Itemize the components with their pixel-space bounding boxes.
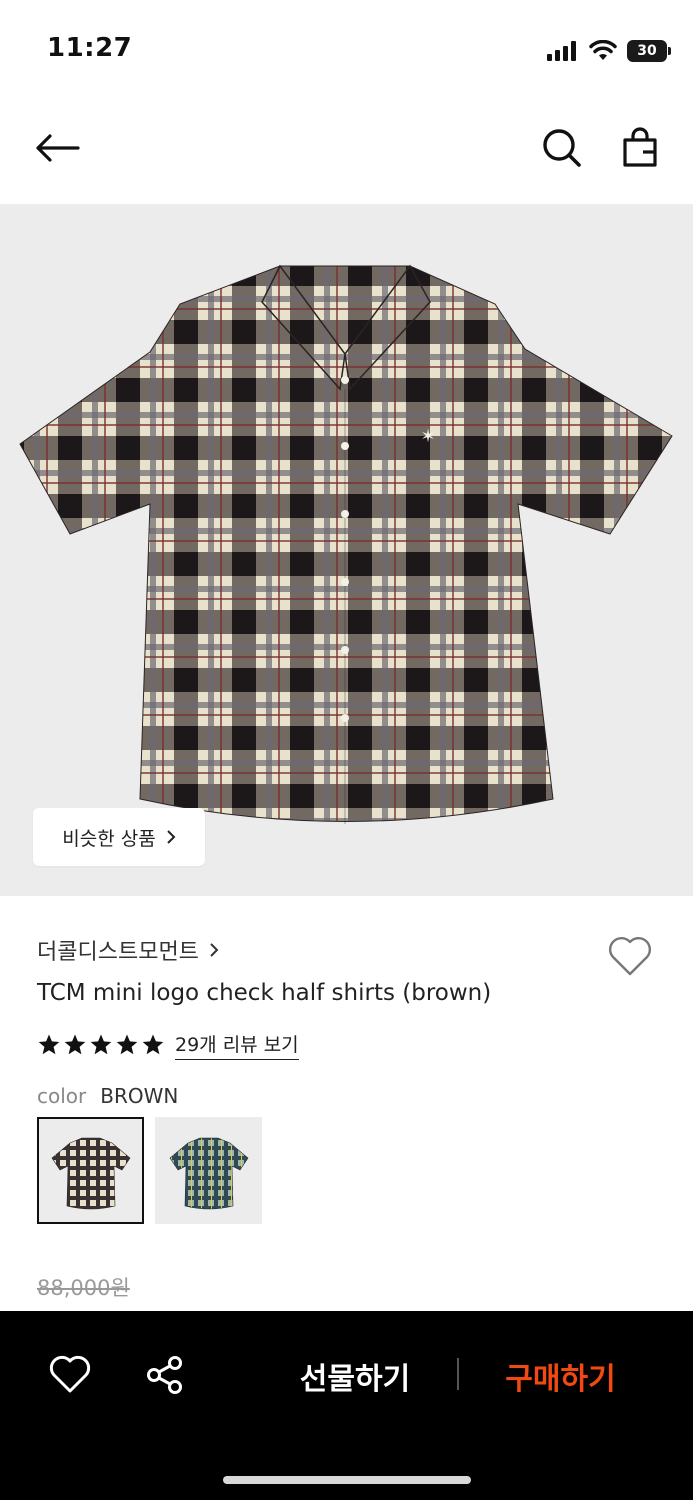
wishlist-button[interactable]	[606, 934, 654, 978]
status-icons: 30	[547, 38, 671, 64]
svg-text:✶: ✶	[420, 426, 435, 447]
color-value: BROWN	[100, 1084, 179, 1108]
star-icon	[142, 1034, 164, 1055]
star-icon	[64, 1034, 86, 1055]
status-bar: 11:27 30	[0, 0, 693, 100]
buy-button[interactable]: 구매하기	[478, 1351, 643, 1401]
battery-icon: 30	[627, 40, 671, 62]
chevron-right-icon	[210, 943, 219, 957]
top-nav	[0, 100, 693, 204]
chevron-right-icon	[167, 830, 176, 844]
product-image[interactable]: ✶ 비슷한 상품	[0, 204, 693, 896]
heart-outline-icon	[49, 1355, 91, 1393]
color-label: color	[37, 1084, 87, 1108]
brand-link[interactable]: 더콜디스트모먼트	[37, 934, 219, 966]
star-icon	[38, 1034, 60, 1055]
shirt-thumbnail-green	[169, 1137, 248, 1209]
battery-level: 30	[637, 43, 657, 59]
color-row: color BROWN	[37, 1084, 178, 1108]
cart-button[interactable]	[616, 124, 664, 172]
star-icon	[116, 1034, 138, 1055]
bottom-wishlist-button[interactable]	[48, 1353, 92, 1397]
rating-row: 29개 리뷰 보기	[37, 1030, 299, 1060]
heart-outline-icon	[608, 937, 652, 976]
search-button[interactable]	[538, 124, 586, 172]
shopping-bag-icon	[623, 127, 657, 167]
original-price: 88,000원	[37, 1276, 130, 1300]
back-button[interactable]	[34, 126, 84, 170]
plaid-shirt-image: ✶	[19, 264, 673, 824]
divider	[457, 1358, 459, 1390]
wifi-icon	[589, 40, 617, 60]
gift-button[interactable]: 선물하기	[270, 1351, 440, 1401]
similar-products-button[interactable]: 비슷한 상품	[33, 808, 205, 866]
share-button[interactable]	[143, 1353, 187, 1397]
brand-name: 더콜디스트모먼트	[37, 940, 199, 965]
color-swatches	[37, 1117, 262, 1224]
similar-products-label: 비슷한 상품	[62, 827, 156, 850]
home-indicator[interactable]	[223, 1476, 471, 1484]
signal-icon	[547, 41, 576, 61]
review-link[interactable]: 29개 리뷰 보기	[175, 1030, 299, 1060]
shirt-thumbnail-brown	[51, 1137, 130, 1209]
share-icon	[147, 1356, 182, 1394]
swatch-brown[interactable]	[37, 1117, 144, 1224]
bottom-action-bar: 선물하기 구매하기	[0, 1311, 693, 1500]
swatch-green[interactable]	[155, 1117, 262, 1224]
status-time: 11:27	[47, 33, 133, 63]
search-icon	[543, 129, 581, 167]
back-arrow-icon	[36, 134, 80, 162]
product-title: TCM mini logo check half shirts (brown)	[37, 980, 492, 1006]
star-icon	[90, 1034, 112, 1055]
rating-stars	[37, 1033, 165, 1057]
